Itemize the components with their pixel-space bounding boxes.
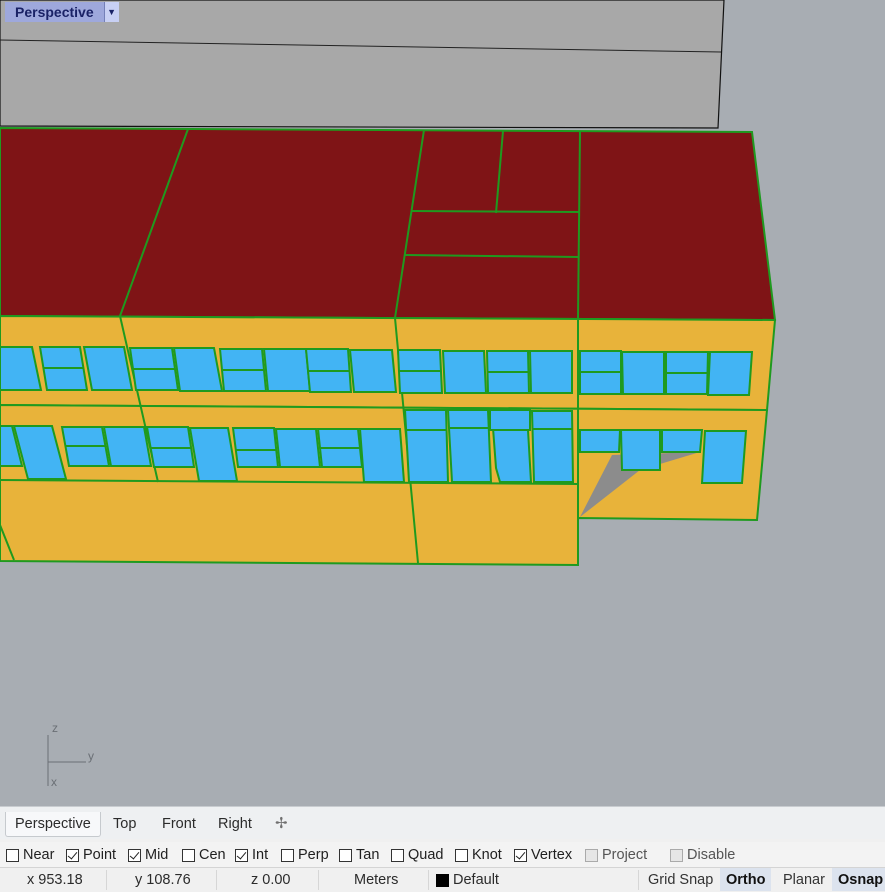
upper-windows	[0, 346, 754, 396]
viewport-menu-dropdown[interactable]: ▼	[103, 2, 119, 22]
roof-surface	[0, 126, 777, 322]
osnap-disable[interactable]: Disable	[670, 846, 735, 864]
osnap-mid-label: Mid	[145, 847, 169, 863]
osnap-vertex[interactable]: Vertex	[514, 846, 572, 864]
osnap-near-checkbox[interactable]	[6, 848, 19, 862]
coord-z: z 0.00	[251, 872, 291, 888]
osnap-perp-label: Perp	[298, 847, 329, 863]
osnap-cen-label: Cen	[199, 847, 226, 863]
osnap-int-checkbox[interactable]	[235, 848, 248, 862]
osnap-perp[interactable]: Perp	[281, 846, 329, 864]
osnap-project[interactable]: Project	[585, 846, 647, 864]
status-bar: x 953.18 y 108.76 z 0.00 Meters Default …	[0, 867, 885, 891]
current-layer[interactable]: Default	[453, 868, 499, 891]
osnap-point-checkbox[interactable]	[66, 848, 79, 862]
plus-icon[interactable]: ✢	[275, 812, 288, 836]
chevron-down-icon: ▼	[107, 7, 117, 17]
divider	[216, 870, 217, 890]
osnap-tan-label: Tan	[356, 847, 380, 863]
viewport-title-label[interactable]: Perspective	[5, 2, 104, 22]
osnap-near[interactable]: Near	[6, 846, 54, 864]
layer-color-swatch	[436, 874, 449, 887]
units-display[interactable]: Meters	[354, 868, 398, 891]
osnap-perp-checkbox[interactable]	[281, 848, 294, 862]
tab-top[interactable]: Top	[113, 812, 136, 836]
osnap-point[interactable]: Point	[66, 846, 116, 864]
osnap-project-label: Project	[602, 847, 648, 863]
osnap-vertex-checkbox[interactable]	[514, 848, 527, 862]
osnap-int[interactable]: Int	[235, 846, 268, 864]
osnap-project-checkbox[interactable]	[585, 848, 598, 862]
divider	[638, 870, 639, 890]
osnap-int-label: Int	[252, 847, 269, 863]
osnap-knot-label: Knot	[472, 847, 502, 863]
osnap-toolbar: Near Point Mid Cen Int Perp Tan Quad Kno…	[0, 842, 885, 867]
coord-x: x 953.18	[27, 872, 83, 888]
viewport-tabs: Perspective Top Front Right ✢	[0, 806, 885, 839]
ortho-toggle[interactable]: Ortho	[720, 868, 772, 891]
osnap-near-label: Near	[23, 847, 55, 863]
tab-right[interactable]: Right	[218, 812, 252, 836]
osnap-tan[interactable]: Tan	[339, 846, 379, 864]
planar-toggle[interactable]: Planar	[777, 868, 831, 891]
viewport-title[interactable]: Perspective ▼	[5, 2, 119, 22]
osnap-knot[interactable]: Knot	[455, 846, 502, 864]
coord-y: y 108.76	[135, 872, 191, 888]
osnap-disable-checkbox[interactable]	[670, 848, 683, 862]
osnap-quad[interactable]: Quad	[391, 846, 443, 864]
tab-front[interactable]: Front	[162, 812, 196, 836]
osnap-quad-label: Quad	[408, 847, 444, 863]
divider	[318, 870, 319, 890]
axis-label-z: z	[52, 721, 58, 735]
osnap-toggle[interactable]: Osnap	[832, 868, 885, 891]
perspective-viewport[interactable]: Perspective ▼ z y x	[0, 0, 885, 806]
axis-label-y: y	[88, 749, 94, 763]
osnap-cen-checkbox[interactable]	[182, 848, 195, 862]
osnap-knot-checkbox[interactable]	[455, 848, 468, 862]
osnap-point-label: Point	[83, 847, 117, 863]
osnap-mid[interactable]: Mid	[128, 846, 168, 864]
divider	[106, 870, 107, 890]
osnap-disable-label: Disable	[687, 847, 736, 863]
building-model[interactable]	[0, 0, 885, 806]
divider	[428, 870, 429, 890]
osnap-quad-checkbox[interactable]	[391, 848, 404, 862]
grid-snap-toggle[interactable]: Grid Snap	[642, 868, 719, 891]
osnap-mid-checkbox[interactable]	[128, 848, 141, 862]
axis-label-x: x	[51, 775, 57, 789]
osnap-tan-checkbox[interactable]	[339, 848, 352, 862]
osnap-cen[interactable]: Cen	[182, 846, 226, 864]
tab-perspective[interactable]: Perspective	[5, 812, 101, 837]
osnap-vertex-label: Vertex	[531, 847, 573, 863]
